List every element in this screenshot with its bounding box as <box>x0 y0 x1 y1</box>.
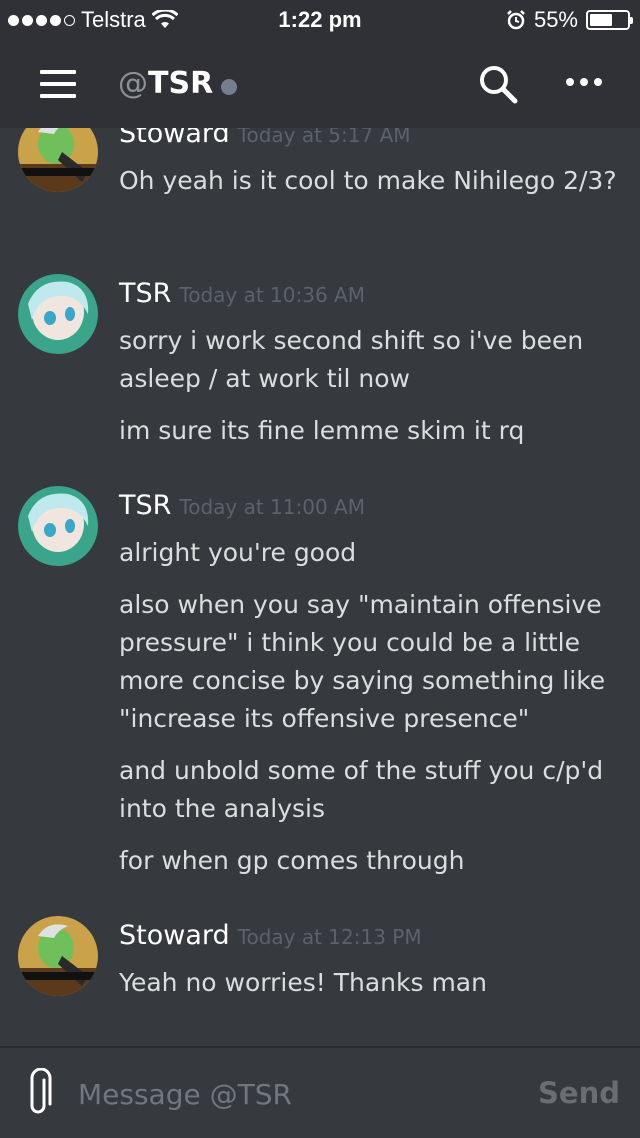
message-timestamp: Today at 5:17 AM <box>237 128 411 147</box>
message-author[interactable]: Stoward Today at 5:17 AM <box>119 128 411 149</box>
offline-status-icon <box>221 78 238 95</box>
message-timestamp: Today at 10:36 AM <box>179 283 365 307</box>
message-list[interactable]: Stoward Today at 5:17 AM Oh yeah is it co… <box>0 128 640 1046</box>
channel-header: @ TSR <box>0 40 640 128</box>
battery-percent: 55% <box>533 7 578 32</box>
more-options-icon[interactable] <box>566 78 606 90</box>
paperclip-icon[interactable] <box>24 1068 54 1118</box>
message-text: also when you say "maintain offensive pr… <box>119 590 606 733</box>
avatar[interactable] <box>18 274 98 354</box>
avatar[interactable] <box>18 486 98 566</box>
author-name[interactable]: TSR <box>119 490 171 521</box>
message-input[interactable] <box>78 1074 518 1114</box>
message-author[interactable]: TSR Today at 11:00 AM <box>119 490 365 521</box>
status-bar: Telstra 1:22 pm 55% <box>0 0 640 40</box>
at-symbol: @ <box>118 66 148 101</box>
channel-name: TSR <box>148 66 214 101</box>
message-text: for when gp comes through <box>119 846 465 875</box>
author-name[interactable]: Stoward <box>119 920 230 951</box>
avatar[interactable] <box>18 128 98 192</box>
message-text: Yeah no worries! Thanks man <box>119 968 487 997</box>
send-button[interactable]: Send <box>538 1076 620 1110</box>
message-author[interactable]: TSR Today at 10:36 AM <box>119 278 365 309</box>
battery-icon <box>586 10 633 30</box>
message-text: im sure its fine lemme skim it rq <box>119 416 525 445</box>
author-name[interactable]: TSR <box>119 278 171 309</box>
avatar[interactable] <box>18 916 98 996</box>
alarm-icon <box>507 10 525 30</box>
message-timestamp: Today at 12:13 PM <box>237 925 422 949</box>
message-text: and unbold some of the stuff you c/p'd i… <box>119 756 604 823</box>
search-icon[interactable] <box>478 64 518 104</box>
message-text: alright you're good <box>119 538 357 567</box>
message-text: Oh yeah is it cool to make Nihilego 2/3? <box>119 166 617 195</box>
message-text: sorry i work second shift so i've been a… <box>119 326 584 393</box>
channel-title: @ TSR <box>118 66 238 101</box>
message-timestamp: Today at 11:00 AM <box>179 495 365 519</box>
menu-button[interactable] <box>40 70 76 98</box>
author-name[interactable]: Stoward <box>119 128 230 149</box>
message-composer: Send <box>0 1046 640 1138</box>
message-author[interactable]: Stoward Today at 12:13 PM <box>119 920 422 951</box>
